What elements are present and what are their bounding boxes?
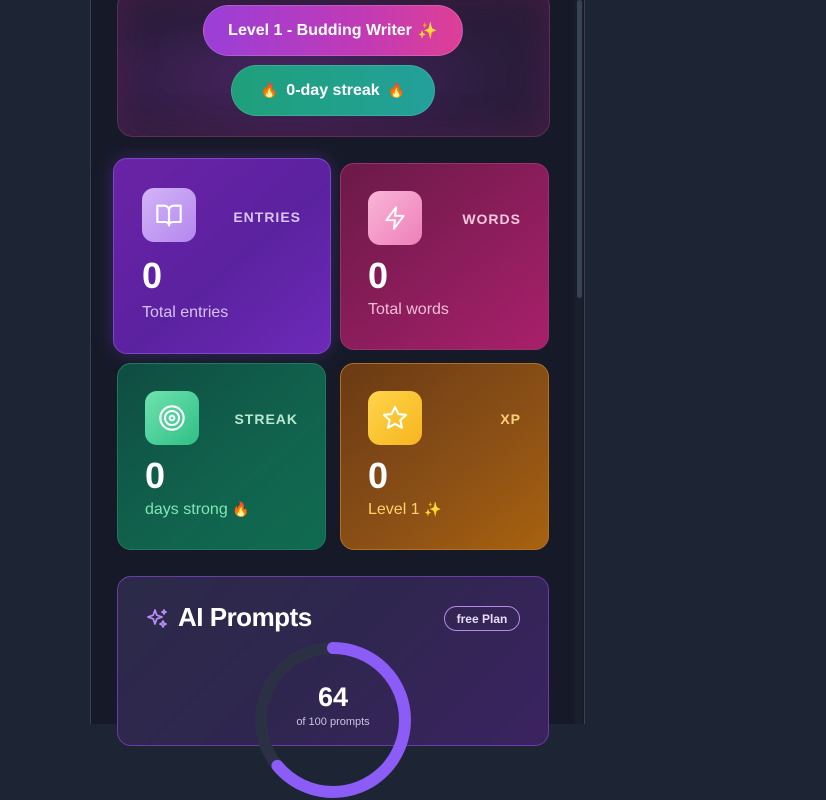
stat-card-streak[interactable]: STREAK 0 days strong 🔥 [117,363,326,550]
level-badge: Level 1 - Budding Writer ✨ [203,5,463,56]
stat-card-words[interactable]: WORDS 0 Total words [340,163,549,350]
plan-badge[interactable]: free Plan [444,606,520,631]
sparkles-emoji: ✨ [417,22,438,40]
lightning-icon [368,191,422,245]
fire-emoji: 🔥 [387,82,406,98]
star-icon [368,391,422,445]
stat-value: 0 [368,255,389,296]
sparkles-icon [145,607,169,636]
prompts-remaining-value: 64 [317,682,349,712]
stat-card-xp[interactable]: XP 0 Level 1 ✨ [340,363,549,550]
stat-label: Total words [368,301,449,318]
stat-label-row: Level 1 ✨ [368,501,441,519]
book-open-icon [142,188,196,242]
stat-card-entries[interactable]: ENTRIES 0 Total entries [113,158,331,354]
stat-tag: ENTRIES [233,209,301,225]
stat-label: Level 1 [368,501,420,518]
stat-value: 0 [368,455,389,496]
stat-tag: XP [500,411,521,427]
target-icon [145,391,199,445]
stat-value: 0 [142,255,163,296]
stat-label: days strong [145,501,228,518]
stat-tag: STREAK [234,411,298,427]
stat-label: Total entries [142,304,229,321]
prompts-remaining-sub: of 100 prompts [296,716,370,728]
streak-badge-label: 0-day streak [286,81,380,99]
level-badge-label: Level 1 - Budding Writer [228,21,412,39]
sparkles-emoji: ✨ [424,501,442,517]
stat-value: 0 [145,455,166,496]
streak-badge: 🔥 0-day streak 🔥 [231,65,435,116]
fire-emoji: 🔥 [260,82,279,98]
stat-label-row: days strong 🔥 [145,501,250,519]
ai-prompts-title: AI Prompts [178,602,312,632]
fire-emoji: 🔥 [232,501,250,517]
scrollbar-thumb[interactable] [577,0,582,298]
stat-tag: WORDS [462,211,521,227]
